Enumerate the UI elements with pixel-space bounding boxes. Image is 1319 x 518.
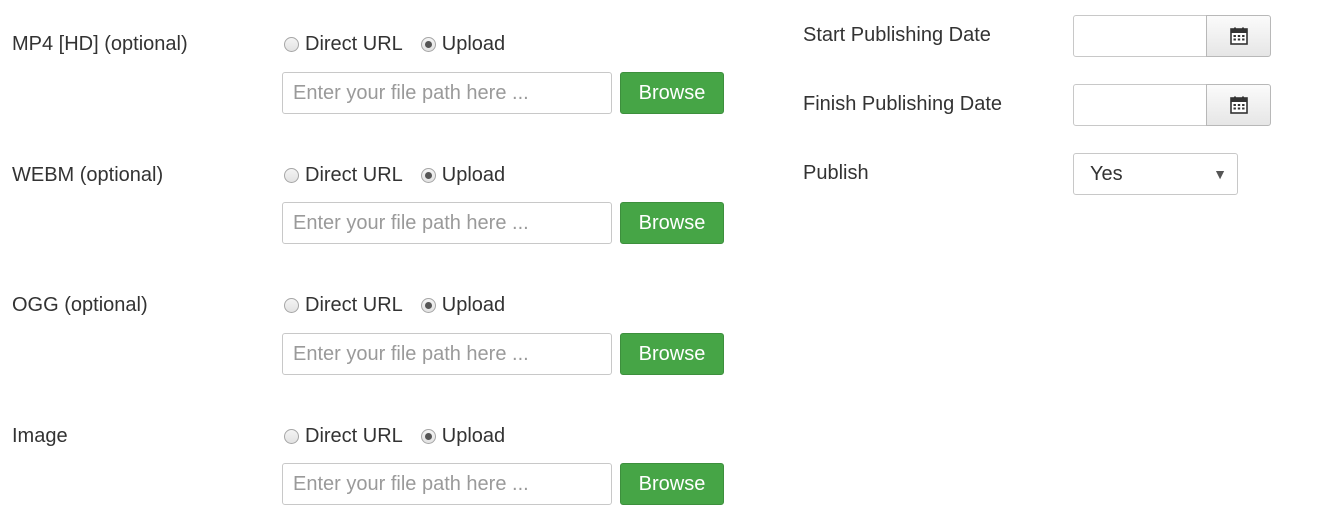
start-publishing-date-input[interactable]: [1073, 15, 1209, 57]
mp4-upload-radio[interactable]: Upload: [420, 33, 506, 56]
publish-selected-value: Yes: [1090, 162, 1123, 185]
ogg-file-path-input[interactable]: [282, 333, 612, 375]
image-label: Image: [12, 425, 68, 447]
webm-browse-button[interactable]: Browse: [620, 202, 724, 244]
radio-label: Direct URL: [305, 294, 403, 316]
image-browse-button[interactable]: Browse: [620, 463, 724, 505]
ogg-source-radios: Direct URL Upload: [284, 294, 505, 317]
radio-checked-icon[interactable]: [420, 37, 436, 52]
webm-upload-radio[interactable]: Upload: [420, 164, 506, 187]
start-date-calendar-button[interactable]: [1206, 15, 1271, 57]
ogg-upload-radio[interactable]: Upload: [420, 294, 506, 317]
radio-label: Direct URL: [305, 425, 403, 447]
radio-unchecked-icon[interactable]: [284, 37, 299, 52]
mp4-browse-button[interactable]: Browse: [620, 72, 724, 114]
webm-source-radios: Direct URL Upload: [284, 164, 505, 187]
mp4-label: MP4 [HD] (optional): [12, 33, 188, 55]
mp4-direct-url-radio[interactable]: Direct URL: [284, 33, 403, 56]
radio-label: Upload: [441, 294, 506, 316]
publish-label: Publish: [803, 162, 869, 184]
radio-label: Direct URL: [305, 33, 403, 55]
ogg-browse-button[interactable]: Browse: [620, 333, 724, 375]
start-publishing-date-label: Start Publishing Date: [803, 24, 991, 46]
webm-file-path-input[interactable]: [282, 202, 612, 244]
radio-label: Upload: [441, 33, 506, 55]
webm-direct-url-radio[interactable]: Direct URL: [284, 164, 403, 187]
ogg-label: OGG (optional): [12, 294, 148, 316]
finish-publishing-date-input[interactable]: [1073, 84, 1209, 126]
radio-unchecked-icon[interactable]: [284, 298, 299, 313]
finish-date-calendar-button[interactable]: [1206, 84, 1271, 126]
webm-label: WEBM (optional): [12, 164, 164, 186]
publish-select[interactable]: Yes ▼: [1073, 153, 1238, 195]
radio-label: Upload: [441, 425, 506, 447]
radio-label: Direct URL: [305, 164, 403, 186]
calendar-icon: [1229, 27, 1248, 45]
image-upload-radio[interactable]: Upload: [420, 425, 506, 448]
mp4-source-radios: Direct URL Upload: [284, 33, 505, 56]
mp4-file-path-input[interactable]: [282, 72, 612, 114]
radio-unchecked-icon[interactable]: [284, 429, 299, 444]
radio-checked-icon[interactable]: [420, 429, 436, 444]
radio-label: Upload: [441, 164, 506, 186]
image-file-path-input[interactable]: [282, 463, 612, 505]
image-source-radios: Direct URL Upload: [284, 425, 505, 448]
ogg-direct-url-radio[interactable]: Direct URL: [284, 294, 403, 317]
radio-checked-icon[interactable]: [420, 298, 436, 313]
radio-unchecked-icon[interactable]: [284, 168, 299, 183]
caret-down-icon: ▼: [1213, 166, 1227, 182]
finish-publishing-date-label: Finish Publishing Date: [803, 93, 1002, 115]
image-direct-url-radio[interactable]: Direct URL: [284, 425, 403, 448]
calendar-icon: [1229, 96, 1248, 114]
radio-checked-icon[interactable]: [420, 168, 436, 183]
